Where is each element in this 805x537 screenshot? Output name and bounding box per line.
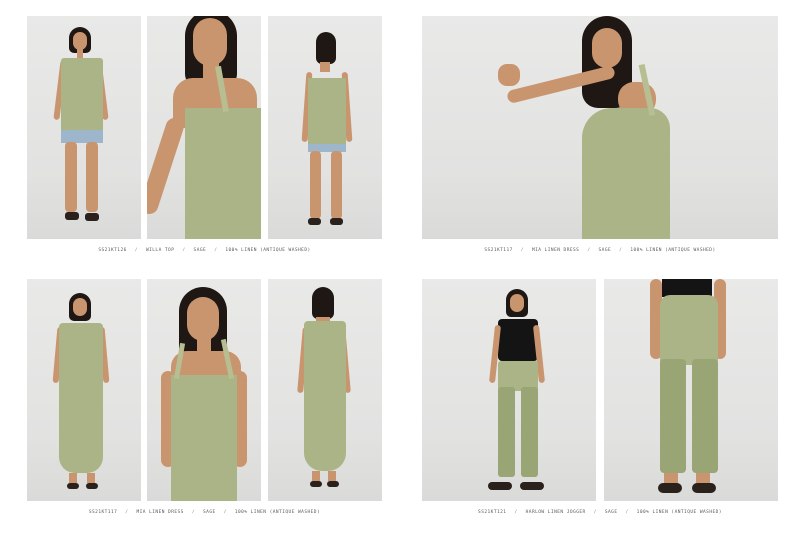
caption-sku: SS21KT126 xyxy=(98,247,127,253)
caption-separator: / xyxy=(619,247,623,253)
caption-separator: / xyxy=(134,247,138,253)
product-caption-mia-dress-row2: SS21KT117 / MIA LINEN DRESS / SAGE / 100… xyxy=(27,507,382,517)
caption-sku: SS21KT117 xyxy=(484,247,513,253)
product-caption-mia-dress: SS21KT117 / MIA LINEN DRESS / SAGE / 100… xyxy=(422,245,778,255)
caption-separator: / xyxy=(214,247,218,253)
caption-fabric: 100% LINEN (ANTIQUE WASHED) xyxy=(225,247,311,253)
caption-name: HARLOW LINEN JOGGER xyxy=(525,509,586,515)
product-photo-mia-dress-front[interactable] xyxy=(27,279,141,501)
caption-fabric: 100% LINEN (ANTIQUE WASHED) xyxy=(234,509,321,515)
caption-separator: / xyxy=(593,509,597,515)
caption-color: SAGE xyxy=(203,509,216,515)
caption-color: SAGE xyxy=(604,509,618,515)
product-photo-mia-dress-profile[interactable] xyxy=(422,16,778,239)
caption-color: SAGE xyxy=(598,247,612,253)
product-caption-willa-top: SS21KT126 / WILLA TOP / SAGE / 100% LINE… xyxy=(27,245,382,255)
caption-separator: / xyxy=(223,509,227,515)
caption-separator: / xyxy=(191,509,196,515)
caption-name: WILLA TOP xyxy=(145,247,175,253)
product-photo-willa-top-back[interactable] xyxy=(268,16,382,239)
caption-name: MIA LINEN DRESS xyxy=(136,509,184,515)
caption-sku: SS21KT121 xyxy=(478,509,507,515)
caption-separator: / xyxy=(625,509,629,515)
product-photo-willa-top-detail[interactable] xyxy=(147,16,261,239)
product-caption-harlow-jogger: SS21KT121 / HARLOW LINEN JOGGER / SAGE /… xyxy=(422,507,778,517)
product-photo-harlow-jogger-front[interactable] xyxy=(422,279,596,501)
caption-fabric: 100% LINEN (ANTIQUE WASHED) xyxy=(636,509,722,515)
caption-name: MIA LINEN DRESS xyxy=(531,247,580,253)
caption-separator: / xyxy=(514,509,518,515)
product-photo-mia-dress-detail[interactable] xyxy=(147,279,261,501)
product-photo-harlow-jogger-detail[interactable] xyxy=(604,279,778,501)
caption-separator: / xyxy=(520,247,524,253)
caption-sku: SS21KT117 xyxy=(88,509,118,515)
caption-separator: / xyxy=(125,509,129,515)
product-photo-willa-top-front[interactable] xyxy=(27,16,141,239)
product-photo-mia-dress-back[interactable] xyxy=(268,279,382,501)
caption-separator: / xyxy=(587,247,591,253)
caption-fabric: 100% LINEN (ANTIQUE WASHED) xyxy=(630,247,716,253)
caption-separator: / xyxy=(182,247,186,253)
caption-color: SAGE xyxy=(193,247,207,253)
